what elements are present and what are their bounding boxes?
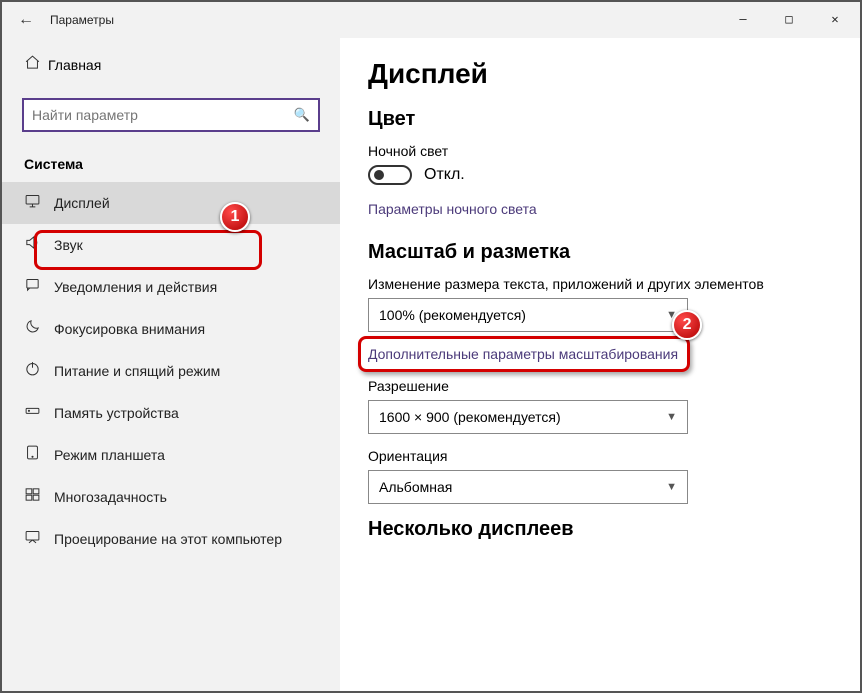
sidebar-item-label: Режим планшета [54,447,165,463]
night-light-settings-link[interactable]: Параметры ночного света [368,201,537,217]
sidebar-items: Дисплей Звук Уведомления и действия Фоку… [2,182,340,560]
advanced-scaling-link[interactable]: Дополнительные параметры масштабирования [368,346,678,362]
sidebar-item-focus[interactable]: Фокусировка внимания [2,308,340,350]
home-icon [24,54,48,76]
sidebar-item-label: Питание и спящий режим [54,363,220,379]
projecting-icon [24,528,54,550]
chevron-down-icon: ▼ [666,411,677,423]
advanced-scaling-wrap: Дополнительные параметры масштабирования… [368,346,678,364]
sidebar: Главная 🔍 Система Дисплей Звук Уведом [2,38,340,691]
chevron-down-icon: ▼ [666,481,677,493]
sidebar-item-label: Звук [54,237,83,253]
orientation-dropdown[interactable]: Альбомная ▼ [368,470,688,504]
sound-icon [24,234,54,256]
orientation-label: Ориентация [368,448,832,464]
sidebar-item-label: Дисплей [54,195,110,211]
scale-label: Изменение размера текста, приложений и д… [368,276,832,292]
scale-value: 100% (рекомендуется) [379,307,526,323]
tablet-icon [24,444,54,466]
notifications-icon [24,276,54,298]
storage-icon [24,402,54,424]
home-label: Главная [48,57,101,73]
settings-window: ← Параметры ― □ ✕ Главная 🔍 Система [0,0,862,693]
night-light-toggle[interactable] [368,165,412,185]
sidebar-item-label: Проецирование на этот компьютер [54,531,282,547]
section-scale: Масштаб и разметка [368,241,832,264]
sidebar-item-notifications[interactable]: Уведомления и действия [2,266,340,308]
focus-icon [24,318,54,340]
sidebar-item-sound[interactable]: Звук [2,224,340,266]
search-icon: 🔍 [294,107,310,123]
sidebar-item-tablet[interactable]: Режим планшета [2,434,340,476]
search-box[interactable]: 🔍 [22,98,320,132]
chevron-down-icon: ▼ [666,309,677,321]
sidebar-item-multitasking[interactable]: Многозадачность [2,476,340,518]
resolution-dropdown[interactable]: 1600 × 900 (рекомендуется) ▼ [368,400,688,434]
scale-dropdown[interactable]: 100% (рекомендуется) ▼ [368,298,688,332]
sidebar-item-label: Уведомления и действия [54,279,217,295]
section-multiple-displays: Несколько дисплеев [368,518,832,541]
display-icon [24,192,54,214]
sidebar-item-projecting[interactable]: Проецирование на этот компьютер [2,518,340,560]
window-title: Параметры [50,13,114,27]
window-controls: ― □ ✕ [720,4,858,34]
multitasking-icon [24,486,54,508]
sidebar-item-storage[interactable]: Память устройства [2,392,340,434]
body: Главная 🔍 Система Дисплей Звук Уведом [2,38,860,691]
sidebar-item-power[interactable]: Питание и спящий режим [2,350,340,392]
back-button[interactable]: ← [10,11,42,29]
maximize-button[interactable]: □ [766,4,812,34]
section-color: Цвет [368,108,832,131]
night-light-label: Ночной свет [368,143,832,159]
sidebar-item-label: Фокусировка внимания [54,321,205,337]
content-panel: Дисплей Цвет Ночной свет Откл. Параметры… [340,38,860,691]
resolution-label: Разрешение [368,378,832,394]
minimize-button[interactable]: ― [720,4,766,34]
orientation-value: Альбомная [379,479,452,495]
search-input[interactable] [32,107,292,123]
sidebar-item-label: Память устройства [54,405,179,421]
sidebar-item-display[interactable]: Дисплей [2,182,340,224]
night-light-toggle-row: Откл. [368,165,832,185]
category-label: Система [2,150,340,182]
toggle-state-label: Откл. [424,166,465,184]
power-icon [24,360,54,382]
page-title: Дисплей [368,58,832,90]
close-button[interactable]: ✕ [812,4,858,34]
home-link[interactable]: Главная [2,46,340,84]
sidebar-item-label: Многозадачность [54,489,167,505]
resolution-value: 1600 × 900 (рекомендуется) [379,409,561,425]
toggle-knob [374,170,384,180]
